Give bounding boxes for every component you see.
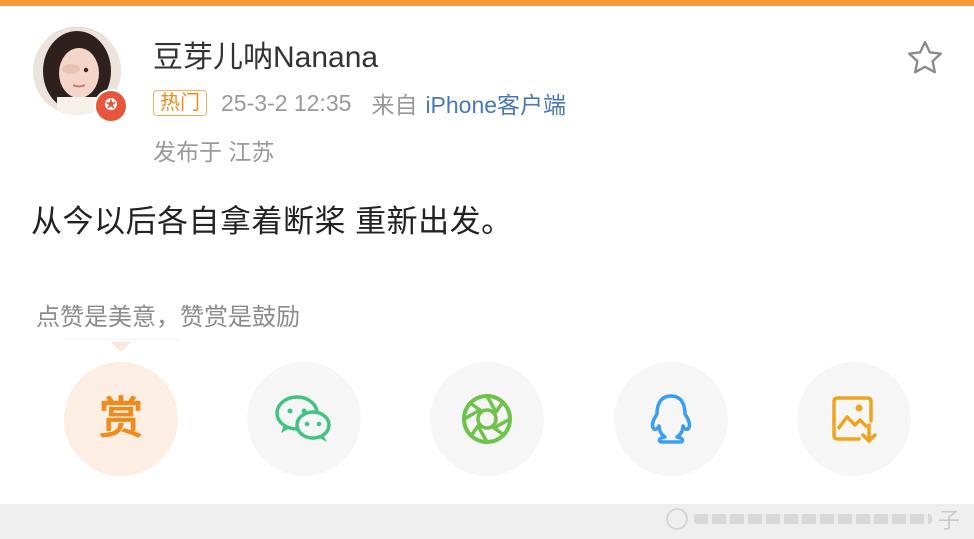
qq-icon xyxy=(650,394,692,444)
share-qq-button[interactable] xyxy=(614,362,728,476)
tip-divider xyxy=(64,339,179,340)
hot-badge: 热门 xyxy=(153,90,207,116)
favorite-star-icon[interactable] xyxy=(904,38,946,78)
watermark-logo-icon xyxy=(666,508,688,530)
save-image-button[interactable] xyxy=(797,362,911,476)
post-time: 25-3-2 12:35 xyxy=(221,89,352,116)
verified-badge-icon: ✪ xyxy=(94,89,128,123)
moments-icon xyxy=(462,394,512,444)
source-client-link[interactable]: iPhone客户端 xyxy=(425,86,566,120)
watermark-trail: 子 xyxy=(938,508,961,533)
username[interactable]: 豆芽儿呐Nanana xyxy=(153,32,378,76)
post-meta: 热门 25-3-2 12:35 来自 iPhone客户端 xyxy=(153,88,566,118)
reward-icon: 赏 xyxy=(99,394,143,443)
save-image-icon xyxy=(832,396,877,443)
share-moments-button[interactable] xyxy=(430,362,544,476)
watermark: 子 xyxy=(666,506,966,533)
wechat-icon xyxy=(275,395,331,442)
reward-tip: 点赞是美意，赞赏是鼓励 xyxy=(36,304,300,331)
tip-pointer xyxy=(111,342,131,352)
source-label: 来自 xyxy=(371,92,418,118)
share-wechat-button[interactable] xyxy=(247,362,361,476)
post-location: 发布于 江苏 xyxy=(153,139,275,165)
reward-button[interactable]: 赏 xyxy=(64,362,178,476)
post-content: 从今以后各自拿着断桨 重新出发。 xyxy=(31,204,513,239)
watermark-text-blur xyxy=(694,514,932,524)
